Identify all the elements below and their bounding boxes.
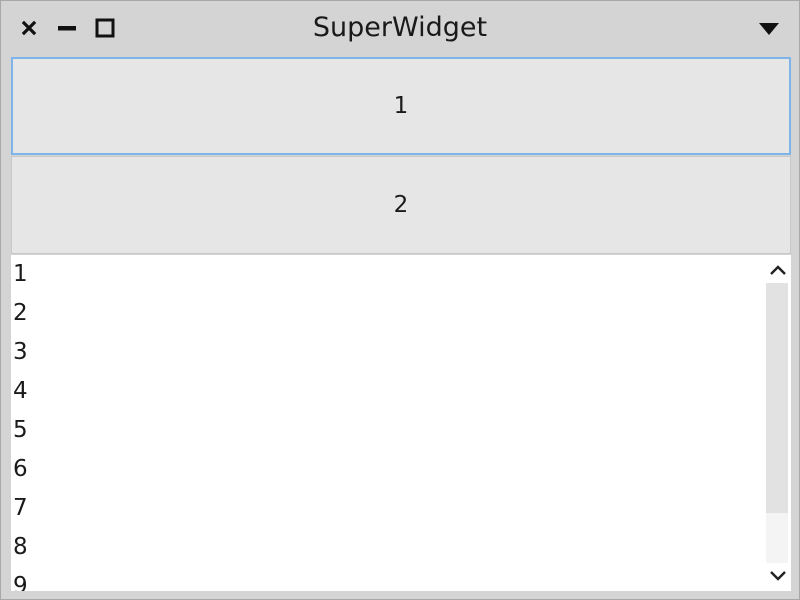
chevron-down-icon — [770, 571, 786, 581]
button-1[interactable]: 1 — [11, 57, 791, 155]
list-item[interactable]: 1 — [11, 255, 765, 294]
dropdown-arrow-icon — [759, 23, 779, 35]
window-title: SuperWidget — [312, 12, 488, 43]
list-item[interactable]: 3 — [11, 332, 765, 372]
scrollbar-track[interactable] — [766, 283, 788, 563]
list-item[interactable]: 8 — [11, 527, 765, 567]
button-2[interactable]: 2 — [11, 156, 791, 254]
title-bar[interactable]: SuperWidget — [1, 1, 799, 55]
list-item[interactable]: 2 — [11, 293, 765, 333]
window: SuperWidget 1 2 1 2 3 4 5 6 7 8 9 — [0, 0, 800, 600]
list-item[interactable]: 5 — [11, 410, 765, 450]
scroll-down-button[interactable] — [765, 563, 791, 589]
list-items: 1 2 3 4 5 6 7 8 9 — [11, 255, 765, 591]
item-list[interactable]: 1 2 3 4 5 6 7 8 9 — [11, 255, 791, 591]
button-1-label: 1 — [393, 93, 409, 119]
scrollbar-thumb[interactable] — [766, 283, 788, 513]
button-2-label: 2 — [393, 192, 409, 218]
chevron-up-icon — [770, 265, 786, 275]
list-item[interactable]: 6 — [11, 449, 765, 489]
window-menu-button[interactable] — [757, 19, 781, 39]
list-item[interactable]: 9 — [11, 566, 765, 591]
scroll-up-button[interactable] — [765, 257, 791, 283]
list-item[interactable]: 7 — [11, 488, 765, 528]
vertical-scrollbar[interactable] — [765, 255, 791, 591]
list-item[interactable]: 4 — [11, 371, 765, 411]
